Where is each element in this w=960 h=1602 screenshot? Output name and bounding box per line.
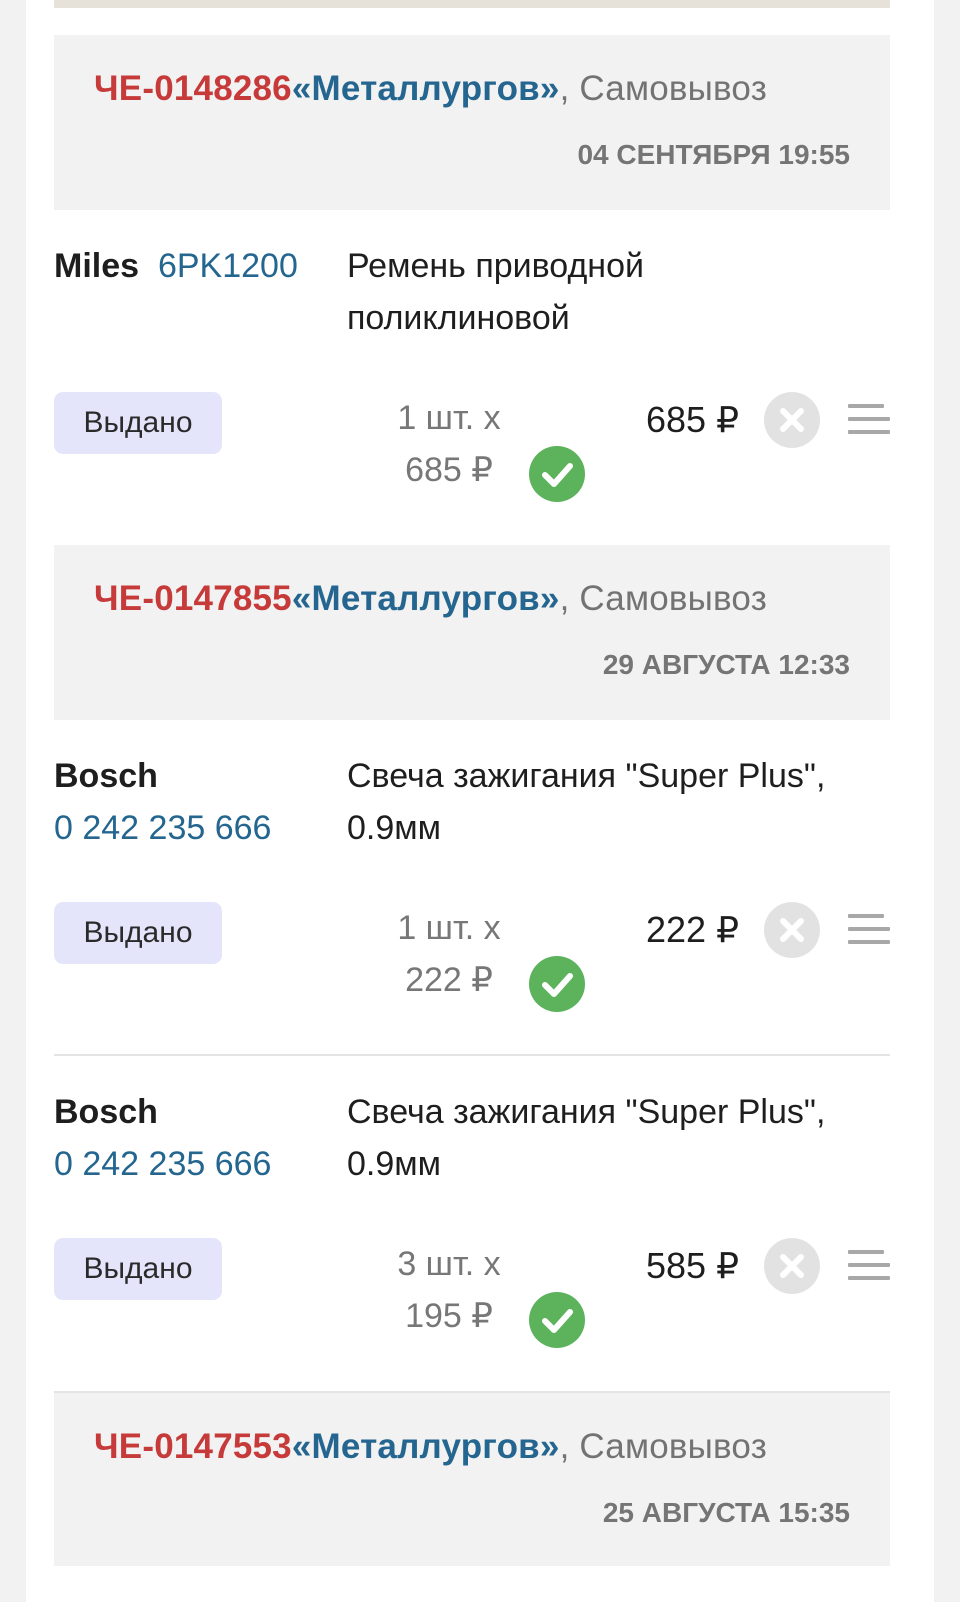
status-badge: Выдано (54, 902, 222, 964)
order-title: ЧЕ-0148286«Металлургов», Самовывоз (94, 67, 767, 111)
store-name[interactable]: «Металлургов» (292, 579, 560, 618)
quantity: 1 шт. х (397, 399, 501, 437)
check-circle-icon (529, 956, 585, 1012)
article-link[interactable]: 0 242 235 666 (54, 802, 334, 854)
unit-price: 222 ₽ (405, 961, 493, 999)
status-badge: Выдано (54, 1238, 222, 1300)
check-circle-icon (529, 1292, 585, 1348)
close-circle-icon[interactable] (764, 1238, 820, 1294)
order-number[interactable]: ЧЕ-0147855 (94, 579, 292, 618)
quantity-price: 1 шт. х 685 ₽ (374, 392, 524, 496)
brand: Bosch (54, 1093, 158, 1131)
close-circle-icon[interactable] (764, 392, 820, 448)
order-date: 04 СЕНТЯБРЯ 19:55 (577, 139, 850, 170)
product-id: Bosch 0 242 235 666 (54, 1086, 334, 1190)
unit-price: 685 ₽ (405, 451, 493, 489)
delivery-type: , Самовывоз (559, 579, 767, 618)
product-description: Ремень приводной поликлиновой (347, 247, 644, 337)
page: ЧЕ-0148286«Металлургов», Самовывоз 04 СЕ… (26, 0, 934, 1602)
item-total: 685 ₽ (646, 399, 739, 440)
order-header[interactable]: ЧЕ-0147855«Металлургов», Самовывоз 29 АВ… (54, 545, 890, 720)
order-header[interactable]: ЧЕ-0148286«Металлургов», Самовывоз 04 СЕ… (54, 35, 890, 210)
status-badge: Выдано (54, 392, 222, 454)
article-link[interactable]: 0 242 235 666 (54, 1138, 334, 1190)
order-list: ЧЕ-0148286«Металлургов», Самовывоз 04 СЕ… (54, 35, 890, 1566)
product-id: Bosch 0 242 235 666 (54, 750, 334, 854)
top-divider (54, 0, 890, 8)
menu-lines-icon[interactable] (848, 914, 890, 946)
brand: Bosch (54, 757, 158, 795)
quantity: 3 шт. х (397, 1245, 501, 1283)
product-description: Свеча зажигания "Super Plus", 0.9мм (347, 1093, 826, 1183)
order-title: ЧЕ-0147553«Металлургов», Самовывоз (94, 1425, 767, 1469)
item-total: 585 ₽ (646, 1245, 739, 1286)
menu-lines-icon[interactable] (848, 404, 890, 436)
order-date: 25 АВГУСТА 15:35 (602, 1497, 850, 1528)
order-item: Bosch 0 242 235 666 Свеча зажигания "Sup… (54, 720, 890, 1056)
order-date: 29 АВГУСТА 12:33 (602, 649, 850, 680)
order-item: Miles 6PK1200 Ремень приводной поликлино… (54, 210, 890, 545)
quantity: 1 шт. х (397, 909, 501, 947)
item-total: 222 ₽ (646, 909, 739, 950)
delivery-type: , Самовывоз (559, 1427, 767, 1466)
store-name[interactable]: «Металлургов» (292, 69, 560, 108)
store-name[interactable]: «Металлургов» (292, 1427, 560, 1466)
order-item: Bosch 0 242 235 666 Свеча зажигания "Sup… (54, 1056, 890, 1391)
order-number[interactable]: ЧЕ-0147553 (94, 1427, 292, 1466)
close-circle-icon[interactable] (764, 902, 820, 958)
quantity-price: 1 шт. х 222 ₽ (374, 902, 524, 1006)
menu-lines-icon[interactable] (848, 1250, 890, 1282)
order-header[interactable]: ЧЕ-0147553«Металлургов», Самовывоз 25 АВ… (54, 1391, 890, 1566)
quantity-price: 3 шт. х 195 ₽ (374, 1238, 524, 1342)
delivery-type: , Самовывоз (559, 69, 767, 108)
order-title: ЧЕ-0147855«Металлургов», Самовывоз (94, 577, 767, 621)
article-link[interactable]: 6PK1200 (158, 247, 298, 285)
check-circle-icon (529, 446, 585, 502)
unit-price: 195 ₽ (405, 1297, 493, 1335)
product-id: Miles 6PK1200 (54, 240, 334, 292)
product-description: Свеча зажигания "Super Plus", 0.9мм (347, 757, 826, 847)
brand: Miles (54, 247, 140, 285)
order-number[interactable]: ЧЕ-0148286 (94, 69, 292, 108)
